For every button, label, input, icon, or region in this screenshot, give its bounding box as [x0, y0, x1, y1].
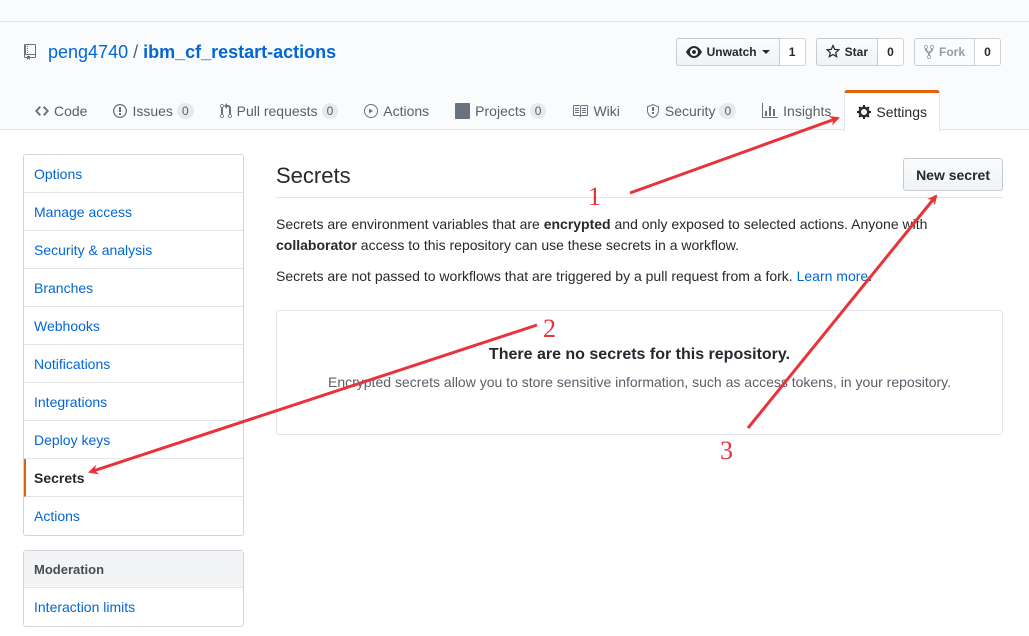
top-strip	[0, 0, 1029, 22]
annotation-number-1: 1	[588, 182, 601, 211]
star-group: Star 0	[815, 38, 904, 66]
pagehead-actions: Unwatch 1 Star 0 Fork 0	[675, 38, 1001, 66]
tab-actions-label: Actions	[383, 102, 430, 119]
sidebar-item-secrets[interactable]: Secrets	[24, 459, 243, 497]
sidebar-item-integrations[interactable]: Integrations	[24, 383, 243, 421]
watch-group: Unwatch 1	[675, 38, 806, 66]
path-separator: /	[133, 41, 139, 62]
subhead: Secrets New secret	[276, 154, 1003, 198]
fork-note: Secrets are not passed to workflows that…	[276, 266, 1003, 287]
fork-count[interactable]: 0	[975, 38, 1001, 66]
repo-nav: Code Issues 0 Pull requests 0 Actions Pr…	[24, 90, 940, 131]
repo-header: peng4740 / ibm_cf_restart-actions Unwatc…	[0, 22, 1029, 131]
tab-settings-label: Settings	[876, 104, 927, 120]
desc-text-3: access to this repository can use these …	[356, 237, 739, 253]
gear-icon	[857, 105, 872, 119]
issue-icon	[113, 103, 128, 118]
learn-more-link[interactable]: Learn more	[797, 268, 869, 284]
star-icon	[825, 44, 840, 58]
annotation-number-2: 2	[543, 314, 556, 343]
desc-encrypted: encrypted	[543, 216, 611, 232]
sidebar-item-actions[interactable]: Actions	[24, 497, 243, 535]
fork-button[interactable]: Fork	[913, 38, 975, 66]
tab-code-label: Code	[54, 102, 88, 119]
projects-counter: 0	[529, 102, 547, 119]
chevron-down-icon	[761, 50, 770, 54]
new-secret-button[interactable]: New secret	[903, 158, 1003, 191]
tab-code[interactable]: Code	[24, 90, 100, 130]
tab-settings[interactable]: Settings	[844, 90, 940, 131]
repo-icon	[24, 44, 40, 60]
empty-state-title: There are no secrets for this repository…	[488, 346, 791, 363]
star-label: Star	[844, 45, 868, 59]
fork-note-period: .	[868, 268, 873, 284]
unwatch-label: Unwatch	[706, 45, 757, 59]
tab-wiki-label: Wiki	[593, 102, 620, 119]
shield-icon	[646, 103, 659, 118]
empty-state-text: Encrypted secrets allow you to store sen…	[327, 374, 952, 390]
annotation-number-3: 3	[720, 436, 733, 465]
tab-security[interactable]: Security 0	[633, 90, 749, 130]
sidebar-item-branches[interactable]: Branches	[24, 269, 243, 307]
tab-projects-label: Projects	[475, 102, 526, 119]
code-icon	[35, 105, 49, 116]
issues-counter: 0	[176, 102, 194, 119]
star-button[interactable]: Star	[815, 38, 878, 66]
fork-group: Fork 0	[913, 38, 1001, 66]
tab-security-label: Security	[664, 102, 716, 119]
secrets-description: Secrets are environment variables that a…	[276, 214, 1003, 256]
star-count[interactable]: 0	[877, 38, 904, 66]
fork-label: Fork	[938, 45, 965, 59]
play-icon	[364, 103, 379, 118]
fork-note-text: Secrets are not passed to workflows that…	[276, 268, 797, 284]
eye-icon	[685, 46, 702, 58]
tab-pull-requests-label: Pull requests	[236, 102, 318, 119]
fork-icon	[923, 44, 934, 60]
tab-wiki[interactable]: Wiki	[559, 90, 632, 130]
moderation-heading: Moderation	[24, 551, 243, 588]
moderation-sidebar: Moderation Interaction limits	[23, 550, 244, 627]
tab-insights[interactable]: Insights	[749, 90, 844, 130]
page-title: Secrets	[276, 162, 351, 188]
graph-icon	[762, 102, 779, 118]
sidebar-item-interaction-limits[interactable]: Interaction limits	[24, 588, 243, 626]
repo-owner-link[interactable]: peng4740	[48, 42, 128, 63]
sidebar-item-security-analysis[interactable]: Security & analysis	[24, 231, 243, 269]
settings-sidebar: Options Manage access Security & analysi…	[23, 154, 244, 536]
tab-issues-label: Issues	[132, 102, 173, 119]
repo-title: peng4740 / ibm_cf_restart-actions	[24, 41, 336, 63]
tab-insights-label: Insights	[783, 102, 832, 119]
desc-text-1: Secrets are environment variables that a…	[276, 216, 544, 232]
pull-requests-counter: 0	[321, 102, 339, 119]
book-icon	[573, 104, 589, 117]
unwatch-button[interactable]: Unwatch	[675, 38, 780, 66]
tab-projects[interactable]: Projects 0	[442, 90, 559, 130]
watch-count[interactable]: 1	[779, 38, 806, 66]
empty-state-box: There are no secrets for this repository…	[276, 310, 1003, 435]
tab-issues[interactable]: Issues 0	[100, 90, 206, 130]
secrets-main: Secrets New secret Secrets are environme…	[276, 154, 1003, 435]
sidebar-item-webhooks[interactable]: Webhooks	[24, 307, 243, 345]
project-icon	[455, 102, 471, 119]
sidebar-item-options[interactable]: Options	[24, 155, 243, 193]
sidebar-item-deploy-keys[interactable]: Deploy keys	[24, 421, 243, 459]
security-counter: 0	[719, 102, 737, 119]
desc-collaborator: collaborator	[276, 237, 357, 253]
pull-request-icon	[219, 102, 232, 118]
tab-actions[interactable]: Actions	[351, 90, 442, 130]
sidebar-item-notifications[interactable]: Notifications	[24, 345, 243, 383]
tab-pull-requests[interactable]: Pull requests 0	[207, 90, 352, 130]
repo-name-link[interactable]: ibm_cf_restart-actions	[143, 42, 336, 63]
sidebar-item-manage-access[interactable]: Manage access	[24, 193, 243, 231]
desc-text-2: and only exposed to selected actions. An…	[610, 216, 928, 232]
